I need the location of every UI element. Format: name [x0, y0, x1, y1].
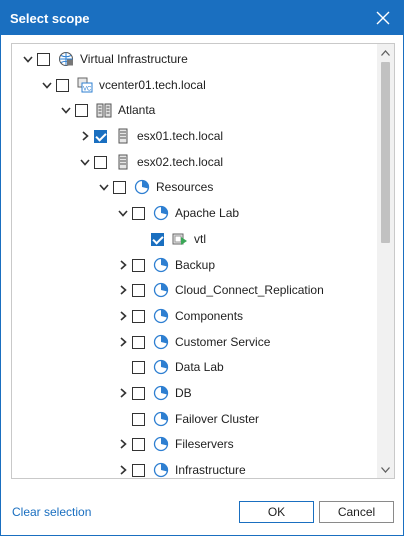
resource-pool-icon	[153, 334, 169, 350]
tree-item[interactable]: Components	[12, 304, 377, 330]
chevron-right-icon[interactable]	[117, 438, 129, 450]
tree-item-label: esx01.tech.local	[137, 129, 224, 144]
tree-item-checkbox[interactable]	[132, 258, 145, 272]
chevron-down-icon[interactable]	[117, 207, 129, 219]
chevron-down-icon[interactable]	[22, 53, 34, 65]
tree-item[interactable]: Cloud_Connect_Replication	[12, 278, 377, 304]
chevron-right-icon[interactable]	[117, 387, 129, 399]
scope-tree: Virtual Infrastructure VC vcenter01.tech.l…	[12, 47, 377, 478]
tree-item[interactable]: Atlanta	[12, 98, 377, 124]
tree-item-label: esx02.tech.local	[137, 154, 224, 169]
tree-item-label: Customer Service	[175, 334, 271, 349]
virtual-infrastructure-icon	[58, 51, 74, 67]
svg-text:VC: VC	[83, 86, 92, 92]
clear-selection-link[interactable]: Clear selection	[12, 505, 91, 519]
tree-item[interactable]: Fileservers	[12, 432, 377, 458]
resource-pool-icon	[153, 257, 169, 273]
tree-item-checkbox[interactable]	[132, 412, 145, 426]
tree-item[interactable]: Infrastructure	[12, 458, 377, 478]
tree-item-checkbox[interactable]	[56, 78, 69, 92]
chevron-down-icon[interactable]	[41, 79, 53, 91]
tree-item-checkbox[interactable]	[132, 284, 145, 298]
chevron-right-icon[interactable]	[117, 284, 129, 296]
close-icon[interactable]	[373, 8, 393, 28]
tree-item-checkbox[interactable]	[94, 130, 107, 144]
tree-item-checkbox[interactable]	[132, 309, 145, 323]
tree-item[interactable]: VC vcenter01.tech.local	[12, 73, 377, 99]
tree-item-label: DB	[175, 385, 192, 400]
tree-item[interactable]: Backup	[12, 253, 377, 279]
tree-item-label: Cloud_Connect_Replication	[175, 283, 324, 298]
tree-item-label: Failover Cluster	[175, 411, 260, 426]
select-scope-dialog: Select scope Virtual Infrastructure VC vce…	[0, 0, 404, 536]
vcenter-icon: VC	[77, 77, 93, 93]
resource-pool-icon	[153, 359, 169, 375]
resource-pool-icon	[153, 462, 169, 478]
resource-pool-icon	[153, 385, 169, 401]
scope-tree-panel: Virtual Infrastructure VC vcenter01.tech.l…	[11, 43, 395, 479]
tree-item-checkbox[interactable]	[132, 464, 145, 477]
tree-item-label: vcenter01.tech.local	[99, 77, 206, 92]
tree-item-label: Resources	[156, 180, 214, 195]
tree-item[interactable]: esx01.tech.local	[12, 124, 377, 150]
tree-item-label: Components	[175, 308, 244, 323]
tree-item[interactable]: Failover Cluster	[12, 407, 377, 433]
tree-item-label: Backup	[175, 257, 216, 272]
chevron-right-icon[interactable]	[117, 336, 129, 348]
tree-item-checkbox[interactable]	[113, 181, 126, 195]
tree-item[interactable]: Data Lab	[12, 355, 377, 381]
vm-icon	[172, 231, 188, 247]
cancel-button[interactable]: Cancel	[319, 501, 394, 523]
chevron-right-icon[interactable]	[117, 464, 129, 476]
resource-pool-icon	[153, 436, 169, 452]
scroll-up-icon[interactable]	[377, 44, 394, 61]
resource-pool-icon	[153, 411, 169, 427]
resource-pool-icon	[153, 308, 169, 324]
resource-pool-icon	[153, 205, 169, 221]
tree-item-checkbox[interactable]	[37, 53, 50, 66]
host-icon	[115, 154, 131, 170]
ok-button[interactable]: OK	[239, 501, 314, 523]
resource-pool-icon	[134, 179, 150, 195]
tree-item-label: Virtual Infrastructure	[80, 52, 188, 66]
datacenter-icon	[96, 102, 112, 118]
tree-item-label: vtl	[194, 231, 206, 246]
title-bar: Select scope	[1, 1, 403, 35]
tree-item[interactable]: vtl	[12, 227, 377, 253]
scroll-down-icon[interactable]	[377, 461, 394, 478]
tree-item[interactable]: Customer Service	[12, 330, 377, 356]
tree-item[interactable]: Virtual Infrastructure	[12, 47, 377, 73]
tree-item-label: Apache Lab	[175, 206, 240, 221]
tree-item-label: Fileservers	[175, 437, 234, 452]
vertical-scrollbar[interactable]	[377, 44, 394, 478]
tree-item-label: Atlanta	[118, 103, 156, 118]
tree-item[interactable]: DB	[12, 381, 377, 407]
tree-item-label: Data Lab	[175, 360, 224, 375]
tree-item-checkbox[interactable]	[132, 335, 145, 349]
scrollbar-thumb[interactable]	[381, 62, 390, 243]
chevron-right-icon[interactable]	[117, 259, 129, 271]
chevron-right-icon[interactable]	[117, 310, 129, 322]
tree-item-checkbox[interactable]	[132, 438, 145, 452]
tree-item[interactable]: Resources	[12, 175, 377, 201]
tree-item[interactable]: esx02.tech.local	[12, 150, 377, 176]
tree-item-label: Infrastructure	[175, 463, 246, 477]
chevron-down-icon[interactable]	[79, 156, 91, 168]
tree-item-checkbox[interactable]	[132, 386, 145, 400]
resource-pool-icon	[153, 282, 169, 298]
tree-item-checkbox[interactable]	[75, 104, 88, 118]
chevron-down-icon[interactable]	[98, 181, 110, 193]
tree-item-checkbox[interactable]	[132, 361, 145, 375]
tree-item-checkbox[interactable]	[132, 207, 145, 221]
tree-item-checkbox[interactable]	[151, 232, 164, 246]
tree-item[interactable]: Apache Lab	[12, 201, 377, 227]
dialog-title: Select scope	[10, 10, 90, 26]
tree-item-checkbox[interactable]	[94, 155, 107, 169]
host-icon	[115, 128, 131, 144]
chevron-down-icon[interactable]	[60, 104, 72, 116]
chevron-right-icon[interactable]	[79, 130, 91, 142]
dialog-footer: Clear selection OK Cancel	[1, 489, 403, 535]
